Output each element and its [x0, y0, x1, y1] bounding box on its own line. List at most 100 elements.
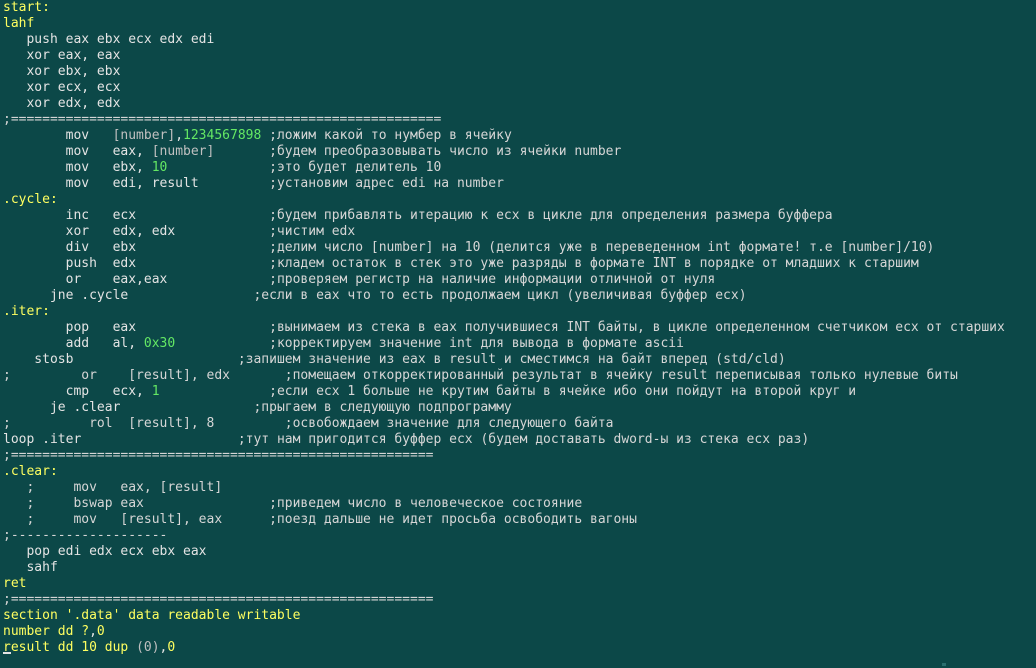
code-label: .clear: — [3, 464, 58, 479]
code-line[interactable]: number dd ?,0 — [3, 624, 1036, 640]
code-comment: ;будем прибавлять итерацию к ecx в цикле… — [136, 208, 833, 223]
code-text: xor edx, edx — [3, 224, 176, 239]
code-line[interactable]: or eax,eax ;проверяем регистр на наличие… — [3, 272, 1036, 288]
code-line[interactable]: ;=======================================… — [3, 448, 1036, 464]
code-line[interactable]: .clear: — [3, 464, 1036, 480]
code-text: pop eax — [3, 320, 137, 335]
code-line[interactable]: push edx ;кладем остаток в стек это уже … — [3, 256, 1036, 272]
code-line[interactable]: ret — [3, 576, 1036, 592]
code-text: inc ecx — [3, 208, 137, 223]
code-line[interactable]: xor edx, edx ;чистим edx — [3, 224, 1036, 240]
code-label: 0 — [96, 624, 105, 639]
code-line[interactable]: loop .iter ;тут нам пригодится буффер ec… — [3, 432, 1036, 448]
code-editor[interactable]: start: lahf push eax ebx ecx edx edi xor … — [0, 0, 1036, 668]
text-cursor — [3, 652, 11, 654]
code-line[interactable]: ; bswap eax ;приведем число в человеческ… — [3, 496, 1036, 512]
code-line[interactable]: sahf — [3, 560, 1036, 576]
code-text: div ebx — [3, 240, 137, 255]
code-text: xor edx, edx — [3, 96, 121, 111]
code-number: 1234567898 — [183, 128, 262, 143]
code-line[interactable]: result dd 10 dup (0),0 — [3, 640, 1036, 656]
code-comment: ;кладем остаток в стек это уже разряды в… — [136, 256, 919, 271]
code-label: .cycle: — [3, 192, 58, 207]
code-line[interactable]: mov [number],1234567898 ;ложим какой то … — [3, 128, 1036, 144]
code-text: stosb — [3, 352, 74, 367]
code-text: sahf — [3, 560, 58, 575]
code-comment: ;запишем значение из eax в result и смес… — [73, 352, 786, 367]
code-line[interactable]: start: — [3, 0, 1036, 16]
code-memory-ref: [number] — [112, 128, 176, 143]
code-separator: ;=======================================… — [3, 112, 442, 127]
code-line[interactable]: pop edi edx ecx ebx eax — [3, 544, 1036, 560]
code-text: mov — [3, 128, 113, 143]
code-line[interactable]: inc ecx ;будем прибавлять итерацию к ecx… — [3, 208, 1036, 224]
code-text: je .clear — [3, 400, 121, 415]
code-line[interactable]: section '.data' data readable writable — [3, 608, 1036, 624]
code-comment: ;корректируем значение int для вывода в … — [175, 336, 684, 351]
code-line[interactable]: mov edi, result ;установим адрес edi на … — [3, 176, 1036, 192]
code-text: , — [175, 128, 184, 143]
code-line[interactable]: add al, 0x30 ;корректируем значение int … — [3, 336, 1036, 352]
code-text: add al, — [3, 336, 144, 351]
code-text: , — [89, 624, 97, 639]
code-comment: ;это будет делитель 10 — [167, 160, 442, 175]
code-comment: ;проверяем регистр на наличие информации… — [167, 272, 716, 287]
code-line[interactable]: .iter: — [3, 304, 1036, 320]
code-line[interactable]: ; mov [result], eax ;поезд дальше не иде… — [3, 512, 1036, 528]
code-line[interactable]: je .clear ;прыгаем в следующую подпрогра… — [3, 400, 1036, 416]
code-comment: ;установим адрес edi на number — [198, 176, 504, 191]
code-text: loop .iter — [3, 432, 82, 447]
code-line[interactable]: xor edx, edx — [3, 96, 1036, 112]
code-line[interactable]: ; rol [result], 8 ;освобождаем значение … — [3, 416, 1036, 432]
code-lines: start: lahf push eax ebx ecx edx edi xor … — [3, 0, 1036, 656]
code-line[interactable]: lahf — [3, 16, 1036, 32]
code-line[interactable]: xor eax, eax — [3, 48, 1036, 64]
code-line[interactable]: .cycle: — [3, 192, 1036, 208]
code-memory-ref: [number] — [151, 144, 215, 159]
code-text: mov eax, — [3, 144, 152, 159]
code-comment: ;вынимаем из стека в eax получившиеся IN… — [136, 320, 1005, 335]
code-text: xor eax, eax — [3, 48, 121, 63]
code-comment: ; or [result], edx ;помещаем откорректир… — [3, 368, 958, 383]
code-label: lahf — [3, 16, 35, 31]
code-line[interactable]: div ebx ;делим число [number] на 10 (дел… — [3, 240, 1036, 256]
code-separator: ;-------------------- — [3, 528, 168, 543]
code-line[interactable]: ;=======================================… — [3, 592, 1036, 608]
code-text: pop edi edx ecx ebx eax — [3, 544, 207, 559]
code-line[interactable]: xor ebx, ebx — [3, 64, 1036, 80]
code-line[interactable]: jne .cycle ;если в eax что то есть продо… — [3, 288, 1036, 304]
code-line[interactable]: ; or [result], edx ;помещаем откорректир… — [3, 368, 1036, 384]
code-comment: ;если в eax что то есть продолжаем цикл … — [128, 288, 747, 303]
code-number: 0x30 — [143, 336, 176, 351]
code-line[interactable]: ;=======================================… — [3, 112, 1036, 128]
code-text: jne .cycle — [3, 288, 129, 303]
code-text: push edx — [3, 256, 137, 271]
code-line[interactable]: ;-------------------- — [3, 528, 1036, 544]
code-comment: ;если ecx 1 больше не крутим байты в яче… — [159, 384, 857, 399]
code-comment: ;чистим edx — [175, 224, 356, 239]
code-line[interactable]: cmp ecx, 1 ;если ecx 1 больше не крутим … — [3, 384, 1036, 400]
code-comment: ;прыгаем в следующую подпрограмму — [120, 400, 512, 415]
code-label: ret — [3, 576, 27, 591]
code-text: or eax,eax — [3, 272, 168, 287]
code-label: section '.data' data readable writable — [3, 608, 301, 623]
code-label: number dd ? — [3, 624, 90, 639]
scroll-indicator[interactable] — [942, 663, 946, 666]
code-line[interactable]: ; mov eax, [result] — [3, 480, 1036, 496]
code-label: 0 — [167, 640, 176, 655]
code-comment: ; rol [result], 8 ;освобождаем значение … — [3, 416, 614, 431]
code-line[interactable]: stosb ;запишем значение из eax в result … — [3, 352, 1036, 368]
code-comment: ;делим число [number] на 10 (делится уже… — [136, 240, 935, 255]
code-text: xor ecx, ecx — [3, 80, 121, 95]
code-separator: ;=======================================… — [3, 448, 434, 463]
code-number: 10 — [151, 160, 168, 175]
code-text: push eax ebx ecx edx edi — [3, 32, 215, 47]
code-text: xor ebx, ebx — [3, 64, 121, 79]
code-line[interactable]: mov ebx, 10 ;это будет делитель 10 — [3, 160, 1036, 176]
code-line[interactable]: mov eax, [number] ;будем преобразовывать… — [3, 144, 1036, 160]
code-line[interactable]: pop eax ;вынимаем из стека в eax получив… — [3, 320, 1036, 336]
code-comment: ;ложим какой то нумбер в ячейку — [261, 128, 512, 143]
code-line[interactable]: push eax ebx ecx edx edi — [3, 32, 1036, 48]
code-line[interactable]: xor ecx, ecx — [3, 80, 1036, 96]
code-comment: ;будем преобразовывать число из ячейки n… — [214, 144, 622, 159]
